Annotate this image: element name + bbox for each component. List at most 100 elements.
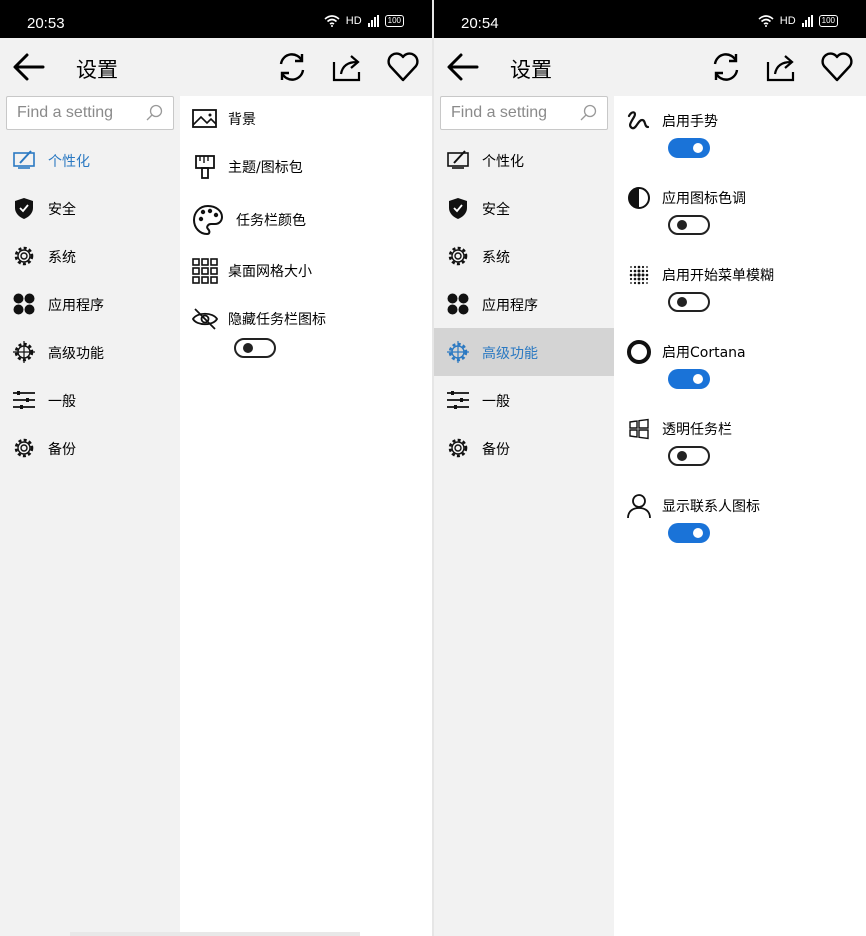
setting-row-contacts-icon: 显示联系人图标 [626, 493, 866, 553]
nav-item-security[interactable]: 安全 [0, 184, 180, 232]
settings-content: 启用手势 应用图标色调 启用开始菜单模糊 启用Cortana 透明任务栏 显示联… [614, 96, 866, 936]
settings-content: 背景 主题/图标包 任务栏颜色 桌面网格大小 隐藏任务栏图标 [180, 96, 432, 936]
cortana-toggle[interactable] [668, 369, 710, 389]
nav-item-apps[interactable]: 应用程序 [0, 280, 180, 328]
nav-list: 个性化 安全 系统 应用程序 高级功能 一般 备份 [434, 136, 614, 472]
nav-list: 个性化 安全 系统 应用程序 高级功能 一般 备份 [0, 136, 180, 472]
person-icon [627, 494, 651, 519]
status-time: 20:53 [27, 15, 65, 32]
share-icon[interactable] [331, 50, 365, 84]
app-bar: 设置 [0, 38, 432, 96]
hide-taskbar-icons-toggle[interactable] [234, 338, 276, 358]
wifi-icon [324, 15, 340, 27]
shield-icon [15, 198, 33, 219]
nav-label: 安全 [48, 202, 76, 218]
setting-row-grid-size[interactable]: 桌面网格大小 [192, 258, 432, 288]
setting-row-transparent-taskbar: 透明任务栏 [626, 416, 866, 476]
search-icon[interactable] [579, 104, 597, 122]
nav-item-general[interactable]: 一般 [434, 376, 614, 424]
nav-label: 系统 [48, 250, 76, 266]
nav-item-apps[interactable]: 应用程序 [434, 280, 614, 328]
nav-item-system[interactable]: 系统 [0, 232, 180, 280]
icon-tint-toggle[interactable] [668, 215, 710, 235]
app-bar: 设置 [434, 38, 866, 96]
windows-icon [629, 418, 649, 440]
setting-row-icon-tint: 应用图标色调 [626, 185, 866, 245]
backup-gear-icon [448, 438, 468, 458]
nav-gesture-bar [70, 932, 360, 936]
setting-label: 显示联系人图标 [662, 499, 760, 515]
battery-icon: 100 [818, 15, 838, 27]
transparent-taskbar-toggle[interactable] [668, 446, 710, 466]
grid-icon [192, 258, 218, 284]
image-icon [192, 109, 217, 128]
blur-icon [629, 265, 649, 285]
nav-item-personalize[interactable]: 个性化 [434, 136, 614, 184]
start-blur-toggle[interactable] [668, 292, 710, 312]
nav-item-personalize[interactable]: 个性化 [0, 136, 180, 184]
page-title: 设置 [510, 58, 552, 82]
palette-icon [192, 204, 224, 236]
nav-label: 高级功能 [48, 346, 104, 362]
refresh-icon[interactable] [275, 50, 309, 84]
toggle-knob [693, 374, 703, 384]
share-icon[interactable] [765, 50, 799, 84]
signal-icon [367, 15, 379, 27]
setting-row-background[interactable]: 背景 [192, 106, 432, 136]
personalize-icon [13, 150, 35, 169]
nav-item-security[interactable]: 安全 [434, 184, 614, 232]
toggle-knob [693, 143, 703, 153]
nav-item-backup[interactable]: 备份 [0, 424, 180, 472]
battery-icon: 100 [384, 15, 404, 27]
nav-item-backup[interactable]: 备份 [434, 424, 614, 472]
nav-item-general[interactable]: 一般 [0, 376, 180, 424]
search-input[interactable] [7, 97, 137, 128]
setting-row-hide-taskbar-icons: 隐藏任务栏图标 [192, 306, 432, 366]
nav-item-system[interactable]: 系统 [434, 232, 614, 280]
setting-label: 任务栏颜色 [236, 213, 306, 229]
setting-label: 透明任务栏 [662, 422, 732, 438]
settings-screen-left: 20:53 HD 100 设置 个性化 安全 [0, 0, 432, 936]
nav-label: 系统 [482, 250, 510, 266]
apps-icon [447, 293, 469, 315]
cortana-icon [627, 340, 651, 364]
apps-icon [13, 293, 35, 315]
sliders-icon [13, 391, 35, 409]
back-arrow-icon[interactable] [12, 51, 46, 83]
gesture-icon [627, 111, 650, 130]
status-bar: 20:54 HD 100 [434, 0, 866, 38]
setting-row-taskbar-color[interactable]: 任务栏颜色 [192, 204, 432, 238]
toggle-knob [677, 220, 687, 230]
nav-item-advanced[interactable]: 高级功能 [434, 328, 614, 376]
nav-label: 个性化 [48, 154, 90, 170]
network-type: HD [779, 15, 796, 27]
setting-label: 桌面网格大小 [228, 264, 312, 280]
heart-icon[interactable] [386, 50, 420, 84]
setting-label: 启用开始菜单模糊 [662, 268, 774, 284]
personalize-icon [447, 150, 469, 169]
search-input[interactable] [441, 97, 571, 128]
page-title: 设置 [76, 58, 118, 82]
contacts-icon-toggle[interactable] [668, 523, 710, 543]
back-arrow-icon[interactable] [446, 51, 480, 83]
gestures-toggle[interactable] [668, 138, 710, 158]
toggle-knob [677, 451, 687, 461]
setting-row-theme[interactable]: 主题/图标包 [192, 154, 432, 184]
nav-label: 高级功能 [482, 346, 538, 362]
setting-row-start-blur: 启用开始菜单模糊 [626, 262, 866, 322]
refresh-icon[interactable] [709, 50, 743, 84]
sidebar: 个性化 安全 系统 应用程序 高级功能 一般 [0, 96, 180, 936]
nav-item-advanced[interactable]: 高级功能 [0, 328, 180, 376]
setting-label: 应用图标色调 [662, 191, 746, 207]
nav-label: 一般 [482, 394, 510, 410]
setting-label: 启用Cortana [662, 345, 746, 361]
setting-label: 背景 [228, 112, 256, 128]
nav-label: 安全 [482, 202, 510, 218]
search-box[interactable] [6, 96, 174, 130]
shield-icon [449, 198, 467, 219]
gear-icon [448, 246, 468, 266]
search-icon[interactable] [145, 104, 163, 122]
search-box[interactable] [440, 96, 608, 130]
heart-icon[interactable] [820, 50, 854, 84]
status-time: 20:54 [461, 15, 499, 32]
